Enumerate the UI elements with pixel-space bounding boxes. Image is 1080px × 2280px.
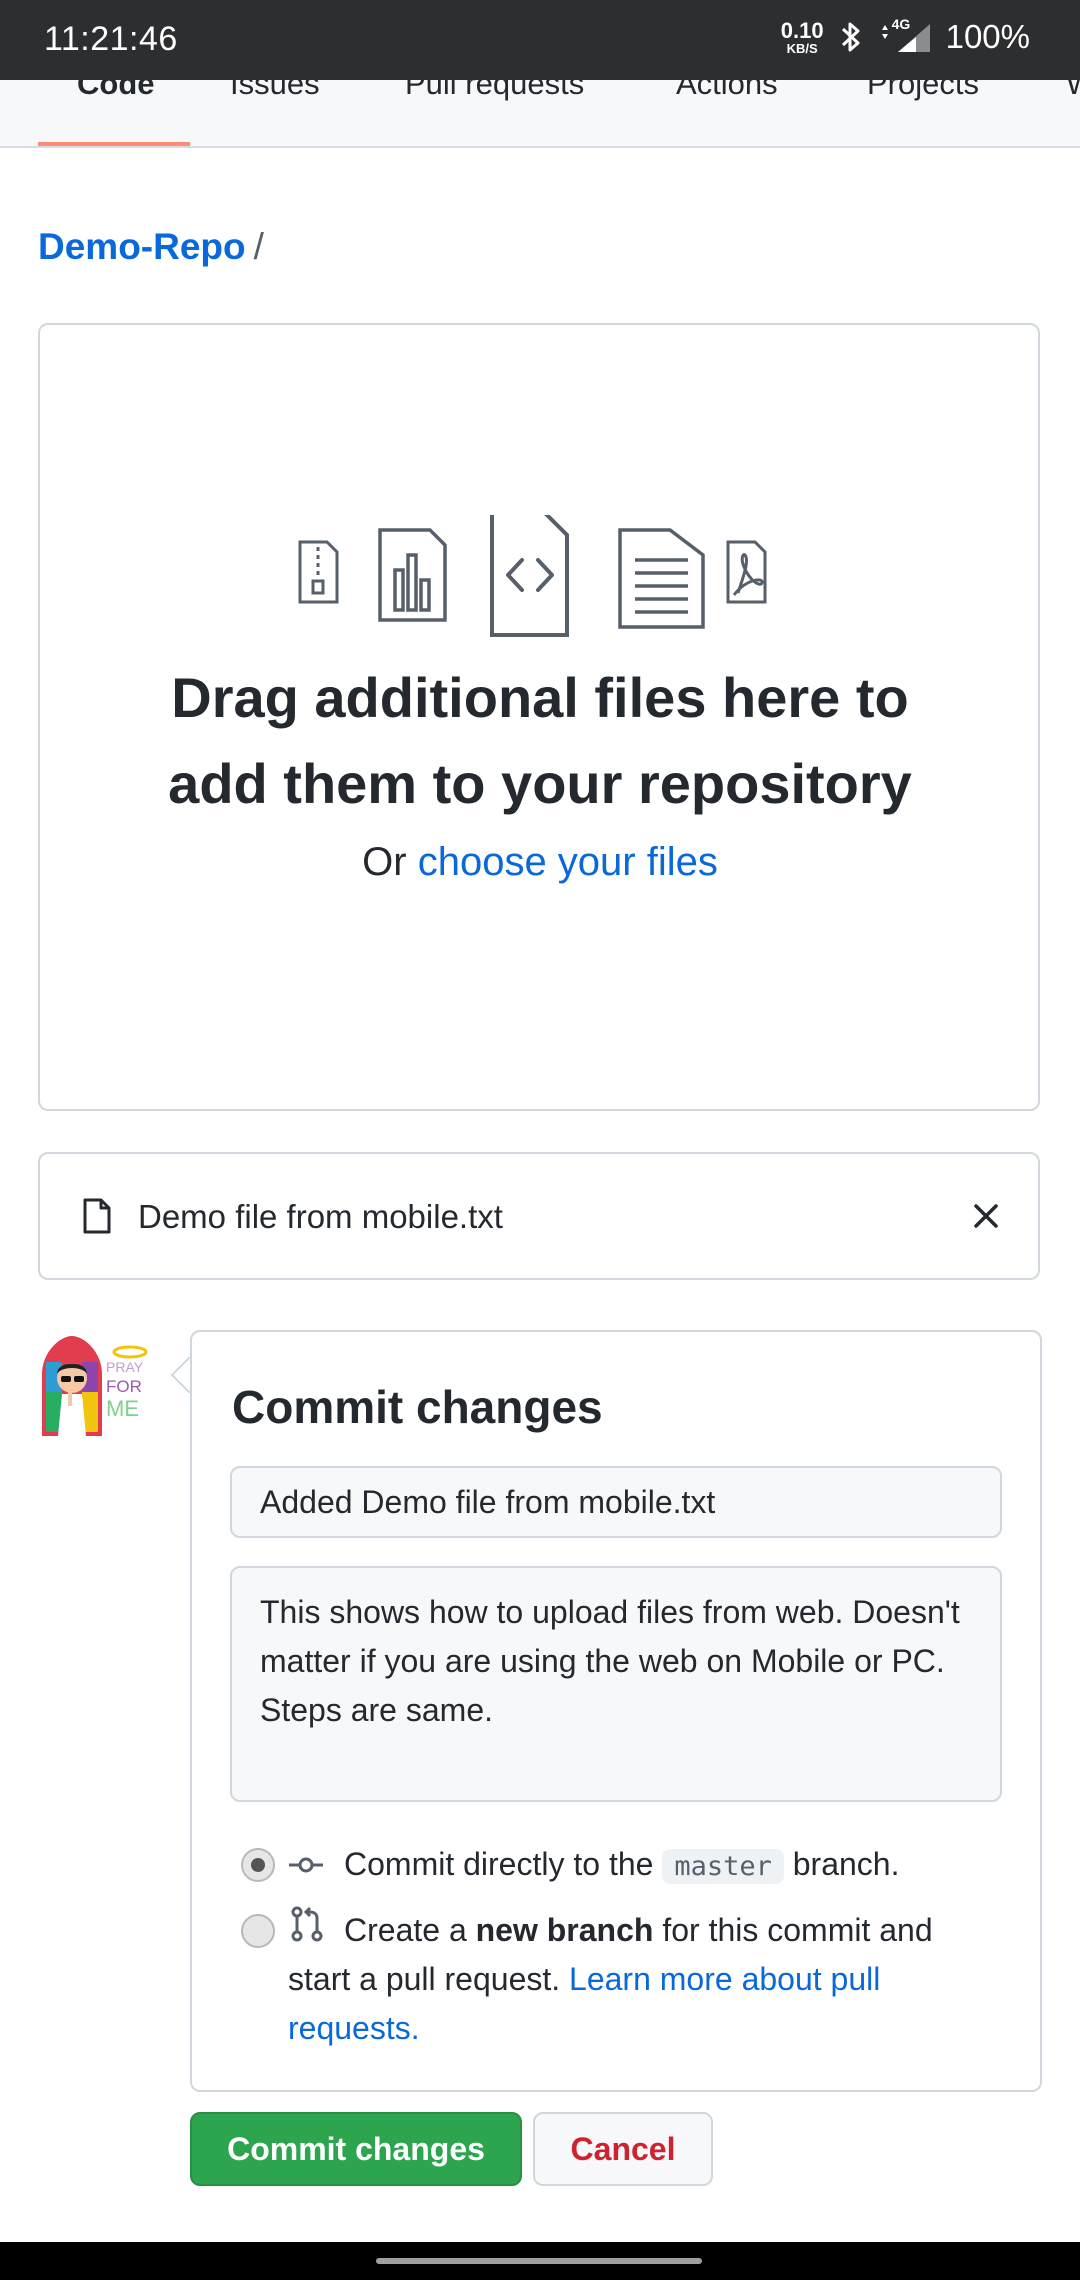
breadcrumb-separator: /	[253, 226, 264, 267]
commit-form: Commit changes This shows how to upload …	[190, 1330, 1042, 2092]
code-file-icon	[490, 515, 569, 637]
commit-direct-radio[interactable]	[241, 1848, 275, 1882]
breadcrumb: Demo-Repo /	[38, 226, 264, 268]
dropzone-title-line1: Drag additional files here to	[171, 666, 909, 729]
avatar: PRAY FOR ME	[38, 1332, 150, 1440]
uploaded-file-name: Demo file from mobile.txt	[138, 1198, 503, 1235]
text-file-icon	[618, 528, 705, 629]
choose-files-link[interactable]: choose your files	[418, 840, 718, 884]
network-speed-unit: KB/S	[786, 40, 818, 56]
branch-name-badge: master	[662, 1849, 784, 1884]
commit-title: Commit changes	[232, 1381, 603, 1433]
repo-nav-tabs: Code Issues Pull requests Actions Projec…	[0, 80, 1080, 148]
tab-actions[interactable]: Actions	[676, 80, 778, 99]
commit-summary-input[interactable]	[230, 1466, 1002, 1538]
tab-code[interactable]: Code	[77, 80, 155, 99]
cancel-button[interactable]: Cancel	[533, 2112, 713, 2186]
pdf-file-icon	[726, 540, 767, 604]
new-branch-label-cont: start a pull request. Learn more about p…	[288, 1955, 1008, 2053]
commit-direct-prefix: Commit directly to the	[344, 1846, 654, 1882]
uploaded-file-row: Demo file from mobile.txt	[38, 1152, 1040, 1280]
tab-issues[interactable]: Issues	[230, 80, 320, 99]
active-tab-underline	[38, 142, 190, 146]
signal-indicator: 4G	[878, 16, 932, 54]
file-dropzone[interactable]: Drag additional files here to add them t…	[38, 323, 1040, 1111]
dropzone-title: Drag additional files here to add them t…	[40, 655, 1040, 827]
new-branch-bold: new branch	[475, 1912, 654, 1948]
learn-more-link-cont[interactable]: requests.	[288, 2010, 420, 2046]
status-icons: 0.10 KB/S 4G 100%	[780, 16, 1030, 56]
battery-percent: 100%	[945, 18, 1030, 55]
status-time: 11:21:46	[44, 20, 178, 58]
network-speed: 0.10 KB/S	[780, 17, 824, 56]
close-icon[interactable]	[970, 1200, 1002, 1232]
new-branch-label: Create a new branch for this commit and	[344, 1906, 1004, 1955]
tab-pull-requests[interactable]: Pull requests	[405, 80, 584, 99]
dropzone-or-text: Or	[362, 840, 407, 884]
new-branch-line2: start a pull request.	[288, 1961, 561, 1997]
status-bar: 11:21:46 0.10 KB/S 4G 100%	[0, 0, 1080, 80]
new-branch-radio[interactable]	[241, 1914, 275, 1948]
signal-icon	[881, 24, 930, 52]
commit-direct-suffix: branch.	[792, 1846, 900, 1882]
commit-direct-label: Commit directly to the master branch.	[344, 1840, 899, 1891]
dropzone-title-line2: add them to your repository	[168, 752, 912, 815]
bluetooth-icon	[841, 22, 860, 52]
system-nav-bar	[0, 2242, 1080, 2280]
git-commit-icon	[289, 1857, 323, 1873]
avatar-image: PRAY FOR ME	[42, 1336, 148, 1436]
tab-projects[interactable]: Projects	[867, 80, 979, 99]
chart-file-icon	[378, 528, 447, 622]
home-gesture-handle[interactable]	[376, 2258, 702, 2264]
file-types-illustration	[298, 515, 767, 637]
network-speed-value: 0.10	[780, 17, 824, 43]
tab-wiki[interactable]: W	[1066, 80, 1080, 99]
file-icon	[83, 1198, 111, 1234]
repo-link[interactable]: Demo-Repo	[38, 226, 246, 267]
dropzone-subtitle: Or choose your files	[40, 840, 1040, 885]
new-branch-prefix: Create a	[344, 1912, 467, 1948]
new-branch-suffix: for this commit and	[662, 1912, 933, 1948]
avatar-text-line1: PRAY	[106, 1359, 144, 1375]
avatar-text-line3: ME	[106, 1396, 139, 1421]
zip-file-icon	[298, 540, 339, 604]
avatar-text-line2: FOR	[106, 1377, 142, 1396]
git-pull-request-icon	[291, 1906, 323, 1942]
commit-description-input[interactable]: This shows how to upload files from web.…	[230, 1566, 1002, 1802]
commit-changes-button[interactable]: Commit changes	[190, 2112, 522, 2186]
learn-more-link[interactable]: Learn more about pull	[569, 1961, 880, 1997]
